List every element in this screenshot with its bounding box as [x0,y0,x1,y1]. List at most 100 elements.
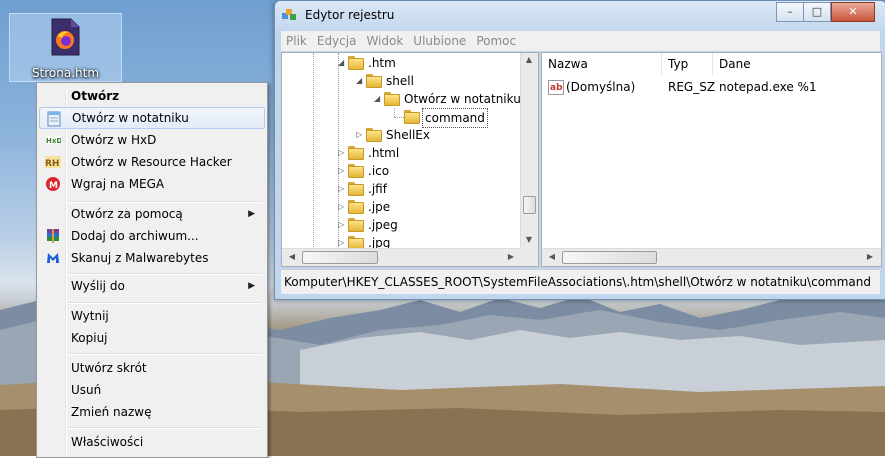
folder-icon [404,110,420,124]
mega-icon: M [46,177,60,191]
menu-item-label: Otwórz za pomocą [71,207,183,221]
reg-sz-ab-icon: ab [548,80,564,95]
menu-help[interactable]: Pomoc [471,31,521,51]
folder-icon [348,164,364,178]
tree-guide-line [313,53,314,249]
scroll-right-arrow-icon[interactable]: ▶ [862,252,878,261]
folder-icon [366,74,382,88]
menu-separator [68,302,261,304]
tree-node-label: ShellEx [386,128,430,142]
expand-icon[interactable]: ▷ [338,198,344,216]
tree-node-label: .jfif [368,182,387,196]
tree-node-label: .jpe [368,200,391,214]
menu-edit[interactable]: Edycja [312,31,362,51]
collapse-icon[interactable]: ◢ [374,90,380,108]
column-header-data[interactable]: Dane [713,53,881,75]
menu-item-open-in-notepad[interactable]: Otwórz w notatniku [39,107,265,129]
tree-node-label: Otwórz w notatniku [404,92,521,106]
menu-item-label: Zmień nazwę [71,405,152,419]
window-title: Edytor rejestru [305,8,395,22]
menu-item-create-shortcut[interactable]: Utwórz skrót [39,357,263,379]
svg-text:HxD: HxD [46,137,61,145]
status-path: Komputer\HKEY_CLASSES_ROOT\SystemFileAss… [284,275,871,289]
menu-item-open-in-hxd[interactable]: HxD Otwórz w HxD [39,129,263,151]
column-header-type[interactable]: Typ [662,53,713,75]
menu-item-copy[interactable]: Kopiuj [39,327,263,349]
tree-node-label: .html [368,146,400,160]
scroll-right-arrow-icon[interactable]: ▶ [503,252,519,261]
tree-node-label: command [422,108,488,128]
notepad-icon [47,111,61,127]
collapse-icon[interactable]: ◢ [338,54,344,72]
svg-text:RH: RH [45,159,59,169]
submenu-arrow-icon: ▶ [248,209,255,219]
folder-icon [348,182,364,196]
expand-icon[interactable]: ▷ [338,180,344,198]
menu-item-cut[interactable]: Wytnij [39,305,263,327]
scroll-thumb[interactable] [562,251,657,264]
menu-item-label: Wytnij [71,309,109,323]
submenu-arrow-icon: ▶ [248,281,255,291]
malwarebytes-icon [47,253,59,263]
expand-icon[interactable]: ▷ [338,162,344,180]
scroll-down-arrow-icon[interactable]: ▼ [521,235,537,244]
menu-item-label: Wyślij do [71,279,125,293]
menu-item-delete[interactable]: Usuń [39,379,263,401]
resource-hacker-icon: RH [45,156,61,169]
menu-item-open[interactable]: Otwórz [39,85,263,107]
regedit-app-icon [282,9,296,20]
expand-icon[interactable]: ▷ [338,216,344,234]
title-bar[interactable]: Edytor rejestru – □ ✕ [275,1,885,31]
svg-text:ab: ab [550,83,563,93]
winrar-icon [47,229,59,243]
tree-guide-line [394,117,404,118]
tree-vertical-scrollbar[interactable]: ▲ ▼ [520,53,538,249]
menu-item-label: Kopiuj [71,331,108,345]
tree-node-label: .ico [368,164,390,178]
expand-icon[interactable]: ▷ [356,126,362,144]
menu-item-add-to-archive[interactable]: Dodaj do archiwum... [39,225,263,247]
menu-item-label: Dodaj do archiwum... [71,229,199,243]
expand-icon[interactable]: ▷ [338,144,344,162]
scroll-up-arrow-icon[interactable]: ▲ [521,55,537,64]
menu-favorites[interactable]: Ulubione [408,31,471,51]
maximize-button[interactable]: □ [803,2,831,22]
minimize-button[interactable]: – [776,2,804,22]
firefox-html-file-icon [51,18,80,56]
folder-icon [348,146,364,160]
hxd-icon: HxD [46,136,61,145]
menu-item-open-in-resource-hacker[interactable]: RH Otwórz w Resource Hacker [39,151,263,173]
menu-separator [68,353,261,355]
menu-item-scan-malwarebytes[interactable]: Skanuj z Malwarebytes [39,247,263,269]
registry-tree-pane: ◢ .htm ◢ shell ◢ Otwórz w notatniku comm… [281,52,539,267]
value-name: (Domyślna) [566,80,636,94]
folder-icon [384,92,400,106]
menu-item-upload-to-mega[interactable]: M Wgraj na MEGA [39,173,263,195]
desktop-file-item[interactable]: Strona.htm [9,13,122,82]
menu-item-rename[interactable]: Zmień nazwę [39,401,263,423]
tree-node-label: .htm [368,56,396,70]
column-header-name[interactable]: Nazwa [542,53,662,75]
menu-separator [68,427,261,429]
menu-item-label: Otwórz [71,89,120,103]
menu-view[interactable]: Widok [361,31,408,51]
scroll-thumb[interactable] [523,196,536,214]
collapse-icon[interactable]: ◢ [356,72,362,90]
menu-item-label: Skanuj z Malwarebytes [71,251,209,265]
close-button[interactable]: ✕ [831,2,875,22]
menu-item-properties[interactable]: Właściwości [39,431,263,453]
menu-item-label: Otwórz w HxD [71,133,157,147]
tree-guide-line [394,108,395,117]
value-data: notepad.exe %1 [719,80,817,94]
desktop-file-name: Strona.htm [31,66,100,80]
menu-item-open-with[interactable]: Otwórz za pomocą ▶ [39,203,263,225]
scroll-thumb[interactable] [302,251,378,264]
menu-item-send-to[interactable]: Wyślij do ▶ [39,275,263,297]
scroll-left-arrow-icon[interactable]: ◀ [544,252,560,261]
scroll-left-arrow-icon[interactable]: ◀ [284,252,300,261]
values-horizontal-scrollbar[interactable]: ◀ ▶ [542,248,881,266]
folder-icon [348,56,364,70]
tree-horizontal-scrollbar[interactable]: ◀ ▶ [282,248,521,266]
menu-file[interactable]: Plik [281,31,312,51]
context-menu: Otwórz Otwórz w notatniku HxD Otwórz w H… [36,82,268,458]
